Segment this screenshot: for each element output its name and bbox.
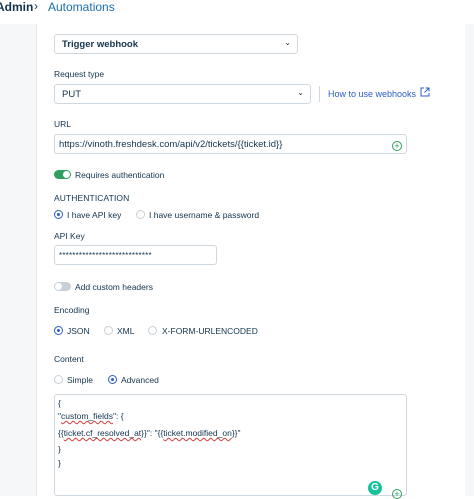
breadcrumb-admin[interactable]: Admin	[0, 0, 33, 14]
radio-username-password-label: I have username & password	[149, 210, 260, 220]
url-input[interactable]: https://vinoth.freshdesk.com/api/v2/tick…	[54, 134, 407, 154]
url-value: https://vinoth.freshdesk.com/api/v2/tick…	[59, 139, 283, 150]
insert-placeholder-icon[interactable]: +	[392, 141, 402, 151]
api-key-value: ****************************	[59, 251, 152, 260]
radio-json-label: JSON	[67, 326, 90, 336]
request-type-label: Request type	[54, 69, 105, 79]
code-line-3: {{ticket.cf_resolved_at}}": "{{ticket.mo…	[58, 428, 241, 438]
breadcrumb-automations[interactable]: Automations	[48, 0, 115, 14]
code-line-2: "custom_fields": {	[58, 411, 124, 421]
chevron-down-icon: ⌄	[297, 88, 304, 97]
action-select[interactable]: Trigger webhook ⌄	[54, 34, 298, 54]
requires-authentication-toggle[interactable]	[54, 170, 71, 179]
request-type-select[interactable]: PUT ⌄	[54, 84, 311, 104]
chevron-down-icon: ⌄	[284, 38, 291, 47]
content-editor[interactable]	[54, 394, 407, 496]
radio-x-form-urlencoded[interactable]	[148, 326, 157, 335]
radio-advanced-label: Advanced	[121, 375, 159, 385]
insert-placeholder-icon[interactable]: +	[392, 489, 402, 499]
left-gutter	[0, 24, 36, 496]
encoding-label: Encoding	[54, 305, 90, 315]
radio-simple-label: Simple	[67, 375, 93, 385]
top-bar: Admin › Automations	[0, 0, 474, 24]
api-key-input[interactable]: ****************************	[54, 245, 217, 265]
radio-api-key-label: I have API key	[67, 210, 122, 220]
radio-api-key[interactable]	[54, 210, 63, 219]
api-key-label: API Key	[54, 231, 85, 241]
radio-x-form-urlencoded-label: X-FORM-URLENCODED	[162, 326, 258, 336]
code-line-4: }	[58, 444, 61, 454]
url-label: URL	[54, 119, 72, 129]
radio-xml-label: XML	[117, 326, 135, 336]
authentication-heading: AUTHENTICATION	[54, 193, 130, 203]
radio-advanced[interactable]	[108, 375, 117, 384]
divider	[319, 86, 320, 102]
grammarly-icon[interactable]: G	[368, 481, 382, 495]
action-select-value: Trigger webhook	[62, 39, 139, 50]
radio-simple[interactable]	[54, 375, 63, 384]
how-to-use-webhooks-link[interactable]: How to use webhooks	[328, 89, 416, 99]
custom-headers-toggle[interactable]	[54, 282, 71, 291]
custom-headers-label: Add custom headers	[75, 282, 153, 292]
right-gutter	[464, 24, 474, 496]
content-label: Content	[54, 354, 84, 364]
requires-authentication-label: Requires authentication	[75, 170, 165, 180]
radio-json[interactable]	[54, 326, 63, 335]
code-line-5: }	[58, 458, 61, 468]
radio-username-password[interactable]	[136, 210, 145, 219]
radio-xml[interactable]	[104, 326, 113, 335]
external-link-icon[interactable]	[420, 87, 430, 99]
request-type-value: PUT	[62, 89, 81, 100]
breadcrumb-separator: ›	[34, 0, 38, 13]
code-line-1: {	[58, 398, 61, 408]
